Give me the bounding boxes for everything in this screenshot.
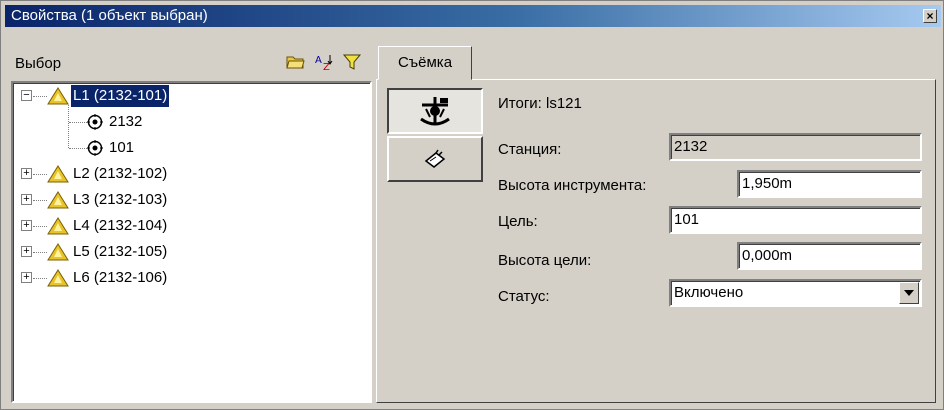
tree-item-label: L1 (2132-101) <box>69 84 171 108</box>
tree-item-l6[interactable]: + L6 (2132-106) <box>13 265 368 291</box>
tree-item-station[interactable]: 2132 <box>13 109 368 135</box>
tree-connector <box>33 226 47 227</box>
tree-item-target[interactable]: 101 <box>13 135 368 161</box>
point-target-icon <box>87 140 103 156</box>
target-label: Цель: <box>498 213 538 230</box>
summary-label: Итоги: ls121 <box>498 95 582 112</box>
selection-tree[interactable]: − L1 (2132-101) 2132 101 + L2 (2132-102)… <box>11 81 372 403</box>
instrument-height-input[interactable]: 1,950m <box>737 170 922 198</box>
tree-item-l1[interactable]: − L1 (2132-101) <box>13 83 368 109</box>
folder-open-icon[interactable] <box>286 53 306 71</box>
expand-toggle[interactable]: + <box>21 220 32 231</box>
expand-toggle[interactable]: + <box>21 246 32 257</box>
tab-survey[interactable]: Съёмка <box>378 46 472 80</box>
status-value: Включено <box>674 284 744 301</box>
instrument-mode-button[interactable] <box>387 88 483 134</box>
instrument-height-label: Высота инструмента: <box>498 177 647 194</box>
setup-triangle-icon <box>47 191 69 209</box>
tree-connector <box>69 148 87 149</box>
expand-toggle[interactable]: + <box>21 194 32 205</box>
sextant-icon <box>420 97 450 126</box>
point-target-icon <box>87 114 103 130</box>
title-bar[interactable]: Свойства (1 объект выбран) × <box>5 5 941 27</box>
tree-item-label: 101 <box>109 139 135 156</box>
tree-item-label: L3 (2132-103) <box>73 191 168 208</box>
window-title: Свойства (1 объект выбран) <box>11 7 208 24</box>
selection-panel: Выбор A Z − L1 (2132-101) 2132 101 + L2 … <box>11 45 372 403</box>
tree-connector <box>69 122 87 123</box>
tree-item-l3[interactable]: + L3 (2132-103) <box>13 187 368 213</box>
setup-triangle-icon <box>47 269 69 287</box>
tree-item-l5[interactable]: + L5 (2132-105) <box>13 239 368 265</box>
setup-triangle-icon <box>47 87 69 105</box>
target-height-label: Высота цели: <box>498 252 592 269</box>
status-label: Статус: <box>498 288 550 305</box>
tree-connector <box>33 278 47 279</box>
selection-header: Выбор A Z <box>11 45 372 79</box>
tree-connector <box>33 252 47 253</box>
expand-toggle[interactable]: + <box>21 272 32 283</box>
setup-triangle-icon <box>47 217 69 235</box>
expand-toggle[interactable]: + <box>21 168 32 179</box>
sort-az-icon[interactable]: A Z <box>314 53 334 73</box>
tree-connector <box>33 96 47 97</box>
tree-item-label: L2 (2132-102) <box>73 165 168 182</box>
tree-item-l2[interactable]: + L2 (2132-102) <box>13 161 368 187</box>
station-label: Станция: <box>498 141 562 158</box>
tree-item-label: L6 (2132-106) <box>73 269 168 286</box>
dropdown-arrow-icon[interactable] <box>899 282 919 304</box>
tree-connector <box>33 200 47 201</box>
survey-tab-panel: Итоги: ls121 Станция: 2132 Высота инстру… <box>376 79 936 403</box>
selection-toolbar: A Z <box>286 53 362 73</box>
station-field: 2132 <box>669 133 922 161</box>
tree-connector <box>33 174 47 175</box>
prism-target-icon <box>424 149 446 168</box>
tree-item-label: L5 (2132-105) <box>73 243 168 260</box>
tree-item-l4[interactable]: + L4 (2132-104) <box>13 213 368 239</box>
svg-text:A: A <box>315 55 322 66</box>
target-input[interactable]: 101 <box>669 206 922 234</box>
filter-icon[interactable] <box>342 53 362 71</box>
properties-window: Свойства (1 объект выбран) × Выбор A Z −… <box>0 0 944 410</box>
svg-text:Z: Z <box>323 62 330 71</box>
target-mode-button[interactable] <box>387 136 483 182</box>
collapse-toggle[interactable]: − <box>21 90 32 101</box>
selection-label: Выбор <box>15 55 62 72</box>
tree-item-label: 2132 <box>109 113 143 130</box>
tree-item-label: L4 (2132-104) <box>73 217 168 234</box>
setup-triangle-icon <box>47 243 69 261</box>
close-button[interactable]: × <box>923 9 937 23</box>
status-select[interactable]: Включено <box>669 279 922 307</box>
target-height-input[interactable]: 0,000m <box>737 242 922 270</box>
setup-triangle-icon <box>47 165 69 183</box>
